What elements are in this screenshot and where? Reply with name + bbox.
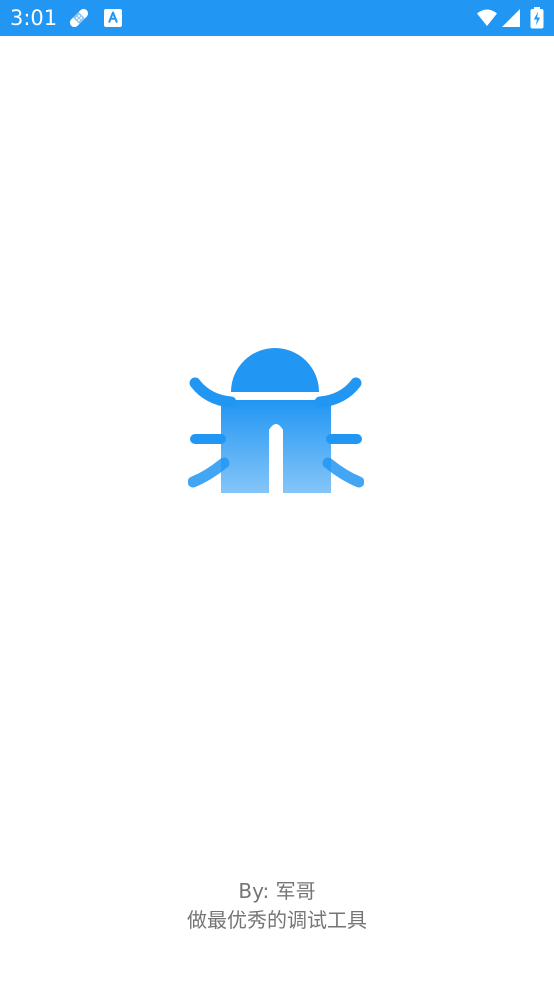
font-a-icon xyxy=(104,9,122,27)
bug-icon xyxy=(187,348,365,498)
status-time: 3:01 xyxy=(10,6,58,30)
status-bar: 3:01 xyxy=(0,0,554,36)
bandage-icon xyxy=(68,7,90,29)
app-slogan: 做最优秀的调试工具 xyxy=(187,908,367,932)
author-credit: By: 军哥 xyxy=(238,879,316,903)
battery-charging-icon xyxy=(530,7,544,29)
cellular-signal-icon xyxy=(501,7,521,29)
wifi-icon xyxy=(476,7,498,29)
